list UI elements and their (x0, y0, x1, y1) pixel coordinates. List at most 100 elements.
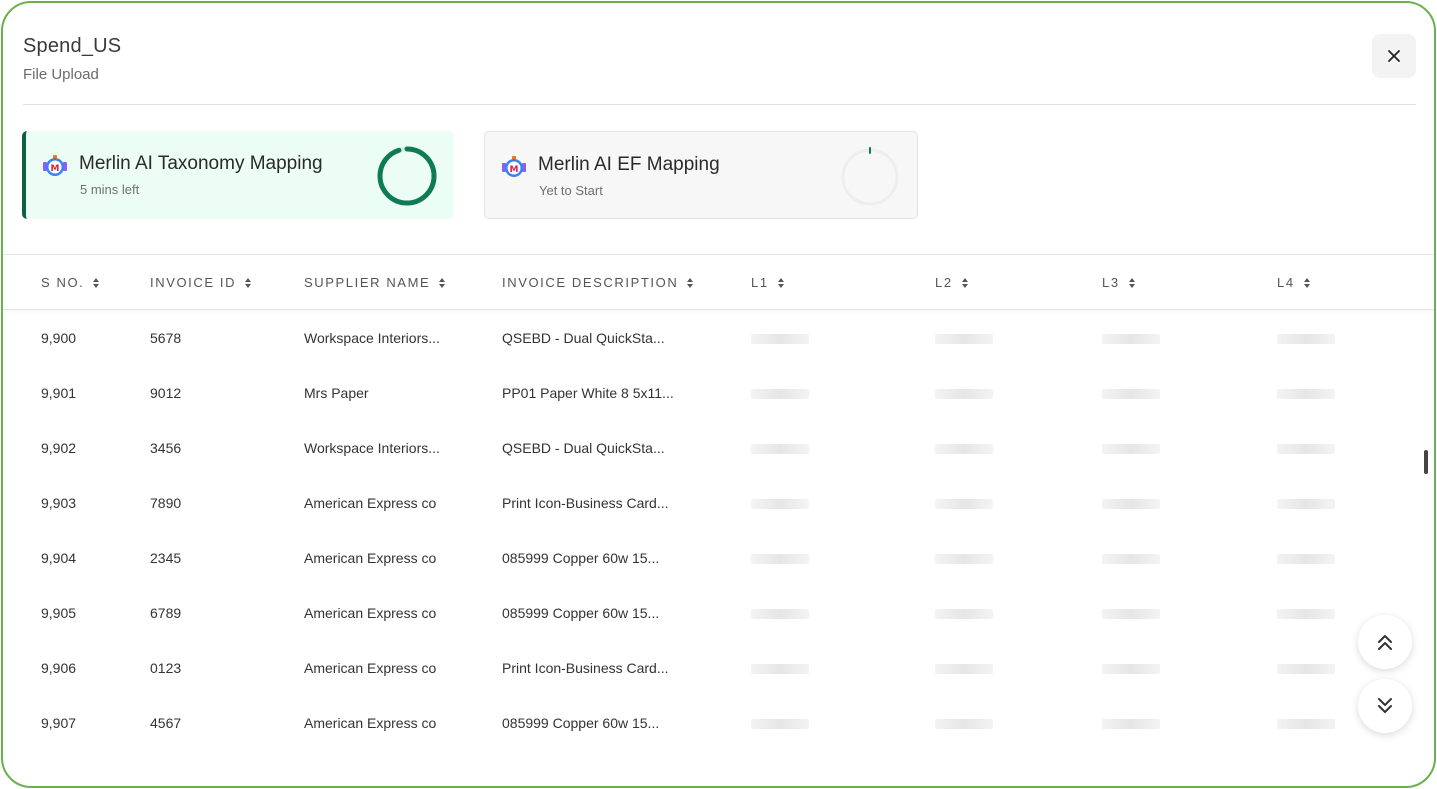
loading-placeholder (751, 444, 809, 454)
card-title: Merlin AI EF Mapping (538, 154, 720, 175)
loading-placeholder (935, 609, 993, 619)
column-header-label: S NO. (41, 275, 85, 290)
card-status: 5 mins left (80, 182, 140, 197)
loading-placeholder (751, 499, 809, 509)
loading-placeholder (1102, 444, 1160, 454)
sort-icon[interactable] (1303, 277, 1311, 289)
table-row[interactable]: 9,904 2345 American Express co 085999 Coppe… (3, 531, 1434, 586)
column-header-label: INVOICE ID (150, 275, 237, 290)
table-cell: 0123 (150, 660, 182, 676)
table-cell: QSEBD - Dual QuickSta... (502, 330, 665, 346)
column-header[interactable]: INVOICE ID (150, 275, 252, 290)
table-cell: 085999 Copper 60w 15... (502, 605, 660, 621)
table-cell: American Express co (304, 495, 437, 511)
loading-placeholder (1102, 664, 1160, 674)
column-header[interactable]: S NO. (41, 275, 100, 290)
table-cell: 9,902 (41, 440, 77, 456)
table-cell: Workspace Interiors... (304, 330, 440, 346)
loading-placeholder (751, 664, 809, 674)
loading-placeholder (1277, 334, 1335, 344)
loading-placeholder (1277, 389, 1335, 399)
header-divider (23, 104, 1416, 105)
loading-placeholder (1277, 664, 1335, 674)
table-cell: 9,904 (41, 550, 77, 566)
table-cell: 3456 (150, 440, 182, 456)
loading-placeholder (1102, 719, 1160, 729)
svg-text:M: M (510, 165, 519, 175)
column-header[interactable]: INVOICE DESCRIPTION (502, 275, 694, 290)
table-cell: 7890 (150, 495, 182, 511)
merlin-logo-icon: M (502, 156, 526, 177)
loading-placeholder (1102, 609, 1160, 619)
scroll-to-bottom-button[interactable] (1358, 679, 1412, 733)
table-cell: Print Icon-Business Card... (502, 660, 669, 676)
table-row[interactable]: 9,907 4567 American Express co 085999 Coppe… (3, 696, 1434, 751)
table-cell: Print Icon-Business Card... (502, 495, 669, 511)
table-cell: 9,903 (41, 495, 77, 511)
table-cell: 9,900 (41, 330, 77, 346)
table-cell: 6789 (150, 605, 182, 621)
close-button[interactable] (1372, 34, 1416, 78)
card-title: Merlin AI Taxonomy Mapping (79, 153, 323, 174)
table-cell: 085999 Copper 60w 15... (502, 715, 660, 731)
table-cell: 2345 (150, 550, 182, 566)
double-chevron-up-icon (1378, 635, 1392, 650)
loading-placeholder (935, 389, 993, 399)
table-cell: American Express co (304, 660, 437, 676)
loading-placeholder (1102, 334, 1160, 344)
table-cell: 9012 (150, 385, 182, 401)
table-row[interactable]: 9,902 3456 Workspace Interiors... QSEBD - D… (3, 421, 1434, 476)
column-header-label: L2 (935, 275, 953, 290)
loading-placeholder (935, 719, 993, 729)
table-cell: QSEBD - Dual QuickSta... (502, 440, 665, 456)
column-header[interactable]: SUPPLIER NAME (304, 275, 446, 290)
table-cell: 085999 Copper 60w 15... (502, 550, 660, 566)
table-row[interactable]: 9,901 9012 Mrs Paper PP01 Paper White 8 5x1… (3, 366, 1434, 421)
table-cell: American Express co (304, 550, 437, 566)
table-row[interactable]: 9,906 0123 American Express co Print Icon-B… (3, 641, 1434, 696)
table-cell: 4567 (150, 715, 182, 731)
table-cell: 9,907 (41, 715, 77, 731)
loading-placeholder (1277, 554, 1335, 564)
table-cell: 9,906 (41, 660, 77, 676)
merlin-logo-icon: M (43, 155, 67, 176)
column-header[interactable]: L4 (1277, 275, 1311, 290)
table-cell: 5678 (150, 330, 182, 346)
loading-placeholder (935, 499, 993, 509)
sort-icon[interactable] (1128, 277, 1136, 289)
loading-placeholder (1277, 609, 1335, 619)
column-header-label: SUPPLIER NAME (304, 275, 431, 290)
loading-placeholder (1277, 719, 1335, 729)
svg-text:M: M (51, 164, 60, 174)
modal-title: Spend_US (23, 35, 122, 57)
scrollbar-thumb[interactable] (1424, 450, 1428, 474)
sort-icon[interactable] (438, 277, 446, 289)
sort-icon[interactable] (244, 277, 252, 289)
sort-icon[interactable] (686, 277, 694, 289)
column-header[interactable]: L1 (751, 275, 785, 290)
sort-icon[interactable] (961, 277, 969, 289)
close-icon (1388, 50, 1400, 62)
loading-placeholder (935, 664, 993, 674)
table-cell: 9,905 (41, 605, 77, 621)
loading-placeholder (1102, 499, 1160, 509)
table-row[interactable]: 9,905 6789 American Express co 085999 Coppe… (3, 586, 1434, 641)
sort-icon[interactable] (777, 277, 785, 289)
column-header[interactable]: L2 (935, 275, 969, 290)
column-header-label: L3 (1102, 275, 1120, 290)
sort-icon[interactable] (92, 277, 100, 289)
column-header[interactable]: L3 (1102, 275, 1136, 290)
loading-placeholder (935, 554, 993, 564)
progress-ring (377, 146, 437, 206)
scroll-to-top-button[interactable] (1358, 615, 1412, 669)
column-header-label: INVOICE DESCRIPTION (502, 275, 679, 290)
loading-placeholder (751, 389, 809, 399)
loading-placeholder (935, 334, 993, 344)
taxonomy-mapping-card: M Merlin AI Taxonomy Mapping 5 mins left (22, 131, 454, 219)
column-header-label: L1 (751, 275, 769, 290)
table-row[interactable]: 9,900 5678 Workspace Interiors... QSEBD - D… (3, 311, 1434, 366)
card-status: Yet to Start (539, 183, 603, 198)
table-cell: PP01 Paper White 8 5x11... (502, 385, 674, 401)
table-row[interactable]: 9,903 7890 American Express co Print Icon-B… (3, 476, 1434, 531)
table-cell: American Express co (304, 605, 437, 621)
